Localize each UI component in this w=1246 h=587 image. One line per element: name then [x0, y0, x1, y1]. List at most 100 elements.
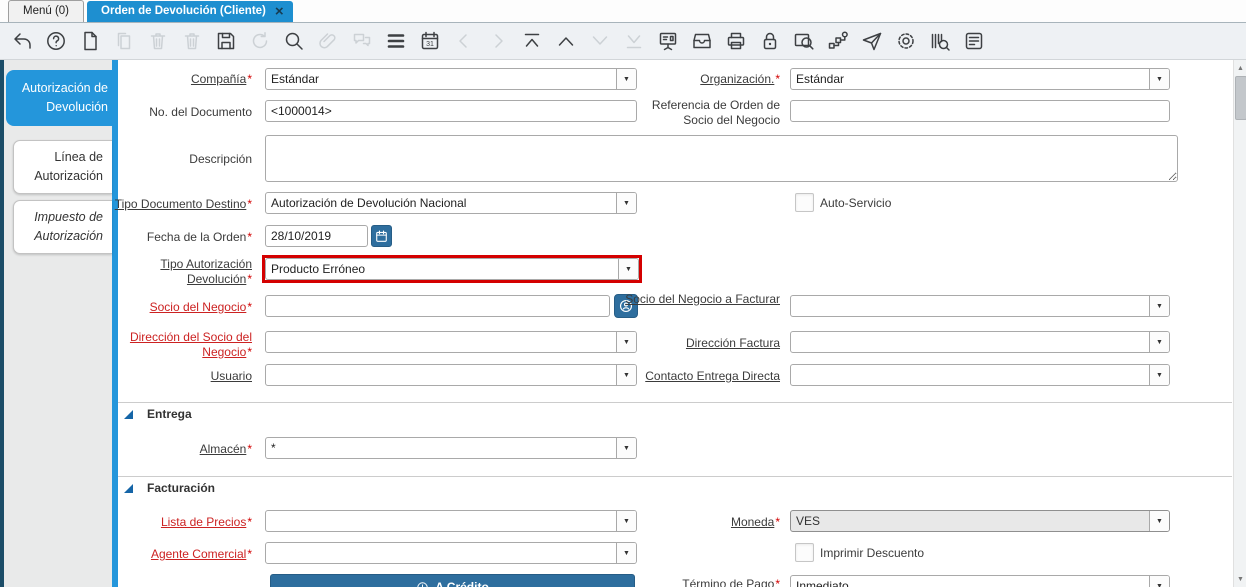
lock-icon[interactable]: [758, 30, 781, 53]
descripcion-label: Descripción: [189, 152, 252, 166]
chevron-down-icon[interactable]: ▼: [1149, 365, 1169, 385]
section-entrega: Entrega: [124, 407, 192, 421]
chevron-down-icon[interactable]: ▼: [1149, 511, 1169, 531]
termino-pago-label[interactable]: Término de Pago: [620, 577, 780, 587]
usuario-combobox[interactable]: ▼: [265, 364, 637, 386]
scroll-down-icon[interactable]: ▼: [1234, 572, 1246, 586]
socio-negocio-input[interactable]: [265, 295, 610, 317]
product-info-icon[interactable]: [928, 30, 951, 53]
chevron-down-icon[interactable]: ▼: [618, 259, 638, 279]
request-icon[interactable]: [860, 30, 883, 53]
a-credito-button[interactable]: A Crédito: [270, 574, 635, 587]
socio-facturar-label[interactable]: Socio del Negocio a Facturar: [620, 292, 780, 307]
referencia-orden-input[interactable]: [790, 100, 1170, 122]
next-record-icon: [588, 30, 611, 53]
chevron-down-icon[interactable]: ▼: [1149, 69, 1169, 89]
undo-icon[interactable]: [10, 30, 33, 53]
chat-icon: [350, 30, 373, 53]
chevron-down-icon[interactable]: ▼: [1149, 332, 1169, 352]
compania-label[interactable]: Compañía: [100, 72, 252, 87]
socio-facturar-combobox[interactable]: ▼: [790, 295, 1170, 317]
section-facturacion: Facturación: [124, 481, 215, 495]
chevron-down-icon[interactable]: ▼: [1149, 576, 1169, 587]
chevron-down-icon[interactable]: ▼: [1149, 296, 1169, 316]
almacen-combobox[interactable]: * ▼: [265, 437, 637, 459]
first-record-icon[interactable]: [520, 30, 543, 53]
report-icon[interactable]: [656, 30, 679, 53]
lista-precios-label[interactable]: Lista de Precios: [100, 515, 252, 530]
organizacion-label[interactable]: Organización.: [620, 72, 780, 87]
fecha-orden-input[interactable]: [265, 225, 368, 247]
calendar-icon[interactable]: 31: [418, 30, 441, 53]
chevron-down-icon[interactable]: ▼: [616, 193, 636, 213]
tab-orden-devolucion-label: Orden de Devolución (Cliente): [101, 5, 266, 17]
tipo-autorizacion-label[interactable]: Tipo Autorización Devolución: [100, 257, 252, 287]
descripcion-textarea[interactable]: [265, 135, 1178, 182]
window-tab-bar: Menú (0) Orden de Devolución (Cliente) ×: [0, 0, 1246, 23]
quick-info-icon[interactable]: [962, 30, 985, 53]
calendar-picker-button[interactable]: [371, 225, 392, 247]
previous-record-icon[interactable]: [554, 30, 577, 53]
tab-orden-devolucion[interactable]: Orden de Devolución (Cliente) ×: [87, 1, 293, 22]
find-icon[interactable]: [282, 30, 305, 53]
tipo-documento-destino-label[interactable]: Tipo Documento Destino: [100, 197, 252, 212]
tab-menu[interactable]: Menú (0): [8, 0, 85, 22]
contacto-entrega-combobox[interactable]: ▼: [790, 364, 1170, 386]
scrollbar-thumb[interactable]: [1235, 76, 1246, 120]
section-divider: [118, 476, 1232, 477]
chevron-down-icon[interactable]: ▼: [616, 543, 636, 563]
scroll-up-icon[interactable]: ▲: [1234, 61, 1246, 75]
collapse-triangle-icon[interactable]: [124, 409, 133, 419]
zoom-across-icon[interactable]: [792, 30, 815, 53]
auto-servicio-label: Auto-Servicio: [820, 196, 892, 210]
sidebar-tab-linea-autorizacion[interactable]: Línea de Autorización: [13, 140, 112, 194]
agente-comercial-combobox[interactable]: ▼: [265, 542, 637, 564]
close-tab-icon[interactable]: ×: [275, 2, 284, 22]
copy-record-icon: [112, 30, 135, 53]
no-documento-input[interactable]: [265, 100, 637, 122]
preferences-icon[interactable]: [894, 30, 917, 53]
organizacion-combobox[interactable]: Estándar ▼: [790, 68, 1170, 90]
vertical-scrollbar[interactable]: ▲ ▼: [1233, 60, 1246, 587]
direccion-socio-combobox[interactable]: ▼: [265, 331, 637, 353]
moneda-label[interactable]: Moneda: [620, 515, 780, 530]
fecha-orden-label: Fecha de la Orden: [100, 230, 252, 245]
direccion-factura-label[interactable]: Dirección Factura: [620, 336, 780, 351]
sidebar-tab-impuesto-autorizacion[interactable]: Impuesto de Autorización: [13, 200, 112, 254]
section-entrega-title: Entrega: [147, 407, 192, 421]
clock-icon: [417, 581, 428, 587]
tipo-documento-destino-combobox[interactable]: Autorización de Devolución Nacional ▼: [265, 192, 637, 214]
archive-icon[interactable]: [690, 30, 713, 53]
workflow-icon[interactable]: [826, 30, 849, 53]
help-icon[interactable]: [44, 30, 67, 53]
compania-combobox[interactable]: Estándar ▼: [265, 68, 637, 90]
termino-pago-combobox[interactable]: Inmediato ▼: [790, 575, 1170, 587]
app-window: Menú (0) Orden de Devolución (Cliente) ×…: [0, 0, 1246, 587]
svg-text:31: 31: [426, 41, 434, 48]
detail-record-icon: [486, 30, 509, 53]
socio-negocio-label[interactable]: Socio del Negocio: [100, 300, 252, 315]
auto-servicio-checkbox[interactable]: [795, 193, 814, 212]
moneda-combobox[interactable]: VES ▼: [790, 510, 1170, 532]
imprimir-descuento-label: Imprimir Descuento: [820, 546, 925, 560]
tipo-autorizacion-combobox[interactable]: Producto Erróneo ▼: [265, 258, 639, 280]
no-documento-label: No. del Documento: [149, 105, 252, 119]
highlight-box: Producto Erróneo ▼: [262, 255, 642, 283]
imprimir-descuento-checkbox[interactable]: [795, 543, 814, 562]
contacto-entrega-label[interactable]: Contacto Entrega Directa: [620, 369, 780, 384]
save-icon[interactable]: [214, 30, 237, 53]
print-icon[interactable]: [724, 30, 747, 53]
collapse-triangle-icon[interactable]: [124, 483, 133, 493]
section-divider: [118, 402, 1232, 403]
usuario-label[interactable]: Usuario: [100, 369, 252, 384]
parent-record-icon: [452, 30, 475, 53]
direccion-socio-label[interactable]: Dirección del Socio del Negocio: [100, 330, 252, 360]
new-record-icon[interactable]: [78, 30, 101, 53]
direccion-factura-combobox[interactable]: ▼: [790, 331, 1170, 353]
agente-comercial-label[interactable]: Agente Comercial: [100, 547, 252, 562]
lista-precios-combobox[interactable]: ▼: [265, 510, 637, 532]
section-facturacion-title: Facturación: [147, 481, 216, 495]
chevron-down-icon[interactable]: ▼: [616, 438, 636, 458]
grid-toggle-icon[interactable]: [384, 30, 407, 53]
almacen-label[interactable]: Almacén: [100, 442, 252, 457]
